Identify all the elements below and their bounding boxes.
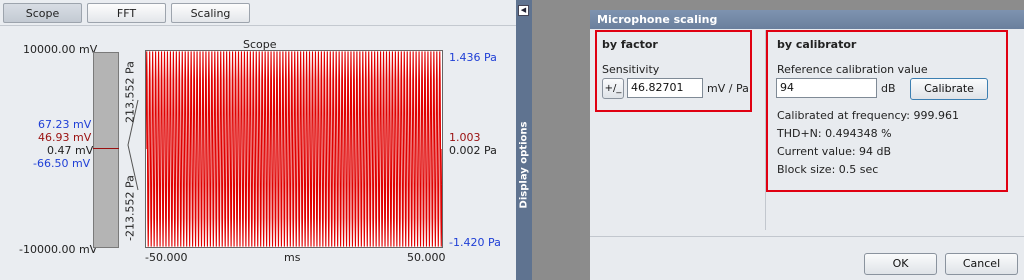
current-value-text: Current value: 94 dB: [777, 145, 892, 158]
sensitivity-label: Sensitivity: [602, 63, 660, 76]
scope-waveform-line: [146, 51, 442, 247]
x-tick-right: 50.000: [407, 251, 446, 264]
dialog-footer-divider: [590, 236, 1024, 237]
level-bar: [93, 52, 119, 248]
bar-bottom-pa-label: -213.552 Pa: [123, 175, 137, 241]
sensitivity-unit: mV / Pa: [707, 82, 749, 95]
right-axis-bottom-label: -1.420 Pa: [449, 236, 501, 249]
left-axis-bottom-label: -10000.00 mV: [19, 243, 98, 256]
right-axis-top-label: 1.436 Pa: [449, 51, 497, 64]
readout-min-mv: -66.50 mV: [33, 157, 91, 170]
level-bar-marker: [93, 148, 119, 149]
calibrated-frequency-text: Calibrated at frequency: 999.961: [777, 109, 959, 122]
right-axis-current-label: 0.002 Pa: [449, 144, 497, 157]
readout-max-mv: 67.23 mV: [38, 118, 92, 131]
tab-scaling[interactable]: Scaling: [171, 3, 250, 23]
readout-red-mv: 46.93 mV: [38, 131, 92, 144]
reference-value-label: Reference calibration value: [777, 63, 928, 76]
calibrate-button[interactable]: Calibrate: [910, 78, 988, 100]
right-axis-ratio-label: 1.003: [449, 131, 481, 144]
left-axis-top-label: 10000.00 mV: [23, 43, 98, 56]
cancel-button[interactable]: Cancel: [945, 253, 1018, 275]
tab-fft[interactable]: FFT: [87, 3, 166, 23]
display-options-label[interactable]: Display options: [511, 115, 537, 215]
x-axis-label: ms: [284, 251, 301, 264]
scope-plot[interactable]: [145, 50, 443, 248]
toolbar-divider: [0, 25, 516, 26]
reference-value-input[interactable]: 94: [776, 78, 877, 98]
sensitivity-input[interactable]: 46.82701: [627, 78, 703, 98]
thd-text: THD+N: 0.494348 %: [777, 127, 892, 140]
ok-button[interactable]: OK: [864, 253, 937, 275]
readout-current-mv: 0.47 mV: [47, 144, 94, 157]
sign-toggle-button[interactable]: +/_: [602, 78, 624, 99]
arrow-left-icon[interactable]: ◀: [518, 5, 529, 16]
dialog-title: Microphone scaling: [597, 13, 718, 26]
scope-waveform-svg: [146, 51, 442, 247]
block-size-text: Block size: 0.5 sec: [777, 163, 879, 176]
x-tick-left: -50.000: [145, 251, 188, 264]
tab-scope[interactable]: Scope: [3, 3, 82, 23]
bar-top-pa-label: 213.552 Pa: [123, 61, 137, 123]
by-factor-heading: by factor: [602, 38, 658, 51]
reference-unit: dB: [881, 82, 896, 95]
by-calibrator-heading: by calibrator: [777, 38, 857, 51]
